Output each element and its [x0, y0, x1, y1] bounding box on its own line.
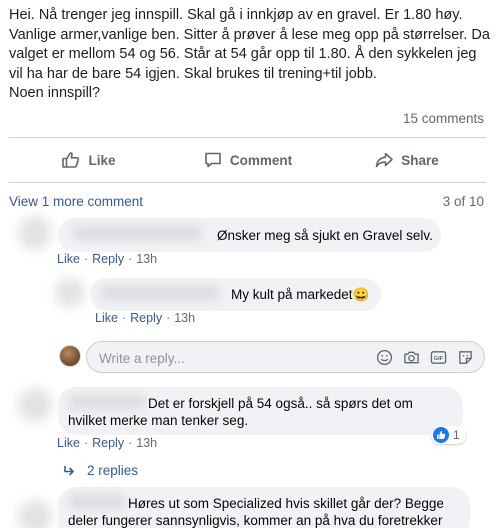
- view-more-comments-link[interactable]: View 1 more comment: [9, 194, 143, 209]
- reaction-count-badge[interactable]: 1: [431, 426, 466, 444]
- share-label: Share: [401, 152, 439, 168]
- comment-reply-link[interactable]: Reply: [92, 436, 124, 450]
- comment-meta: Like · Reply · 13h: [57, 436, 158, 450]
- camera-icon[interactable]: [402, 348, 420, 366]
- commenter-name[interactable]: [68, 495, 126, 509]
- comment-timestamp[interactable]: 13h: [136, 252, 157, 266]
- comment-bubble: Det er forskjell på 54 også.. så spørs d…: [58, 387, 463, 435]
- avatar[interactable]: [18, 216, 52, 250]
- post-line: Hei. Nå trenger jeg innspill. Skal gå i …: [9, 7, 463, 23]
- action-bar: Like Comment Share: [9, 141, 486, 179]
- avatar[interactable]: [18, 500, 52, 528]
- speech-bubble-icon: [205, 152, 221, 168]
- comment-text: Det er forskjell på 54 også.. så spørs d…: [148, 396, 413, 411]
- comment-meta: Like · Reply · 13h: [57, 252, 158, 266]
- like-reaction-icon: [433, 427, 449, 443]
- replies-label: 2 replies: [87, 463, 139, 478]
- reply-arrow-icon: [64, 465, 74, 475]
- reply-box: GIF: [86, 341, 485, 373]
- avatar[interactable]: [55, 278, 85, 308]
- comment-timestamp[interactable]: 13h: [136, 436, 157, 450]
- comment-text: hvilket merke man tenker seg.: [68, 413, 249, 428]
- like-label: Like: [88, 152, 116, 168]
- comments-pagination-count: 3 of 10: [442, 194, 484, 209]
- svg-text:GIF: GIF: [433, 356, 443, 362]
- commenter-name[interactable]: [72, 226, 202, 240]
- commenter-name[interactable]: [100, 286, 220, 300]
- comment-button[interactable]: Comment: [168, 141, 327, 179]
- post-line: vil ha har de bare 54 igjen. Skal brukes…: [9, 65, 377, 82]
- reply-tools: GIF: [375, 348, 474, 366]
- thumbs-up-icon: [62, 152, 80, 168]
- reply-input[interactable]: [99, 348, 349, 368]
- current-user-avatar: [59, 345, 81, 367]
- sticker-icon[interactable]: [456, 348, 474, 366]
- comment-timestamp[interactable]: 13h: [174, 311, 195, 325]
- post-text: Hei. Nå trenger jeg innspill. Skal gå i …: [9, 6, 490, 104]
- view-replies-link[interactable]: 2 replies: [63, 463, 138, 478]
- share-button[interactable]: Share: [327, 141, 486, 179]
- divider: [9, 182, 486, 183]
- comment-text: My kult på markedet😀: [231, 287, 370, 302]
- comment-text: Høres ut som Specialized hvis skillet gå…: [128, 496, 444, 511]
- comment-reply-link[interactable]: Reply: [92, 252, 124, 266]
- comment-label: Comment: [229, 152, 293, 168]
- like-button[interactable]: Like: [9, 141, 168, 179]
- gif-icon[interactable]: GIF: [429, 348, 447, 366]
- comment-text: Ønsker meg så sjukt en Gravel selv.: [217, 228, 433, 243]
- comment-text: deler fungerer sannsynligvis, kommer an …: [68, 513, 443, 528]
- avatar[interactable]: [18, 388, 52, 422]
- post-line: Noen innspill?: [9, 85, 101, 101]
- divider: [9, 137, 486, 138]
- comment-meta: Like · Reply · 13h: [95, 311, 196, 325]
- comment-like-link[interactable]: Like: [95, 311, 118, 325]
- smiley-icon[interactable]: [375, 348, 393, 366]
- comments-count-link[interactable]: 15 comments: [403, 111, 484, 126]
- comment-like-link[interactable]: Like: [57, 436, 80, 450]
- commenter-name[interactable]: [68, 395, 146, 409]
- comment-like-link[interactable]: Like: [57, 252, 80, 266]
- comment-bubble: My kult på markedet😀: [90, 278, 381, 311]
- share-arrow-icon: [375, 152, 394, 168]
- comment-reply-link[interactable]: Reply: [130, 311, 162, 325]
- reaction-count: 1: [453, 428, 460, 442]
- post-line: Vanlige armer,vanlige ben. Sitter å prøv…: [9, 26, 490, 43]
- post-line: valget er mellom 54 og 56. Står at 54 gå…: [9, 46, 477, 62]
- comment-bubble: Ønsker meg så sjukt en Gravel selv.: [58, 218, 441, 252]
- comment-bubble: Høres ut som Specialized hvis skillet gå…: [58, 487, 470, 528]
